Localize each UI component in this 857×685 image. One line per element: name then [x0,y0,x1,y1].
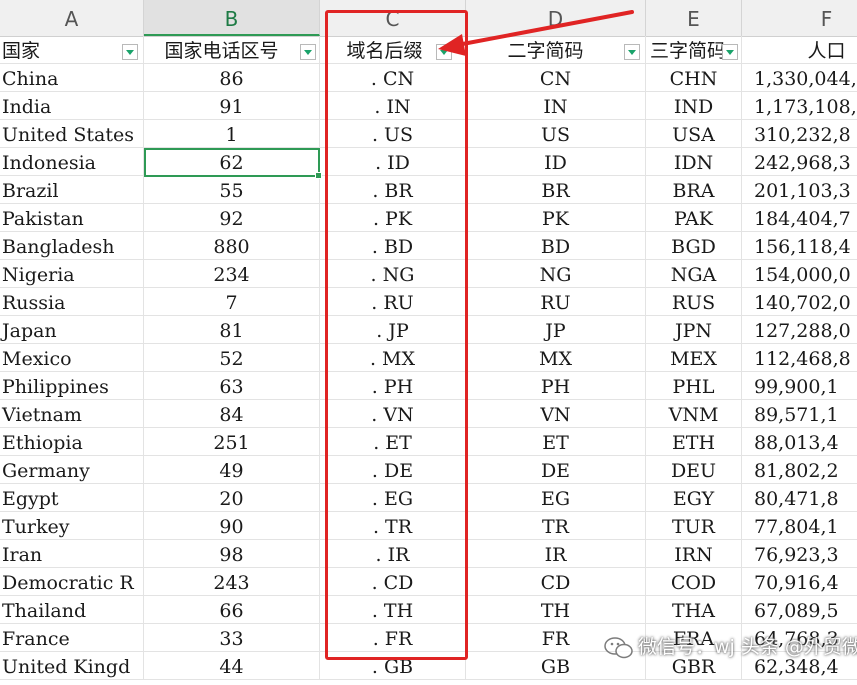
watermark: 微信号：wj 头条 @外贸微信 [604,632,857,660]
wechat-icon [604,636,633,658]
annotation-arrow-icon [438,10,634,56]
watermark-text: 微信号：wj 头条 @外贸微信 [638,636,857,658]
